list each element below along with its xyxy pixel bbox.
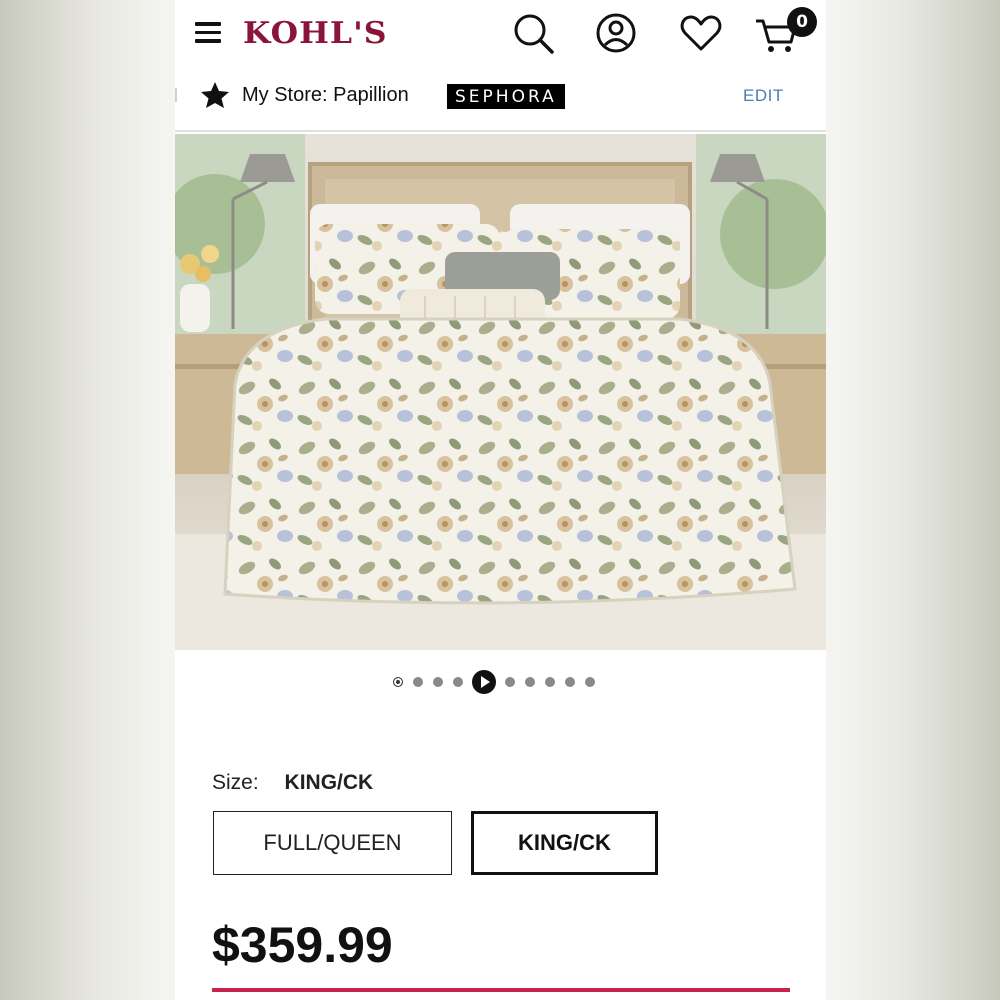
selected-size-value: KING/CK [284, 771, 374, 794]
heart-icon[interactable] [678, 10, 724, 56]
price-divider [212, 988, 790, 992]
carousel-dot[interactable] [545, 677, 555, 687]
menu-icon[interactable] [195, 22, 221, 44]
size-option-king-ck[interactable]: KING/CK [471, 811, 658, 875]
carousel-dot[interactable] [525, 677, 535, 687]
carousel-dot[interactable] [393, 677, 403, 687]
divider [175, 88, 177, 102]
cart-count-badge: 0 [787, 7, 817, 37]
mobile-page: KOHL'S 0 My Store: Papillion SEPHORA EDI… [175, 0, 826, 1000]
top-nav: KOHL'S 0 [175, 0, 826, 70]
carousel-dot[interactable] [505, 677, 515, 687]
carousel-dot[interactable] [565, 677, 575, 687]
carousel-dot[interactable] [453, 677, 463, 687]
carousel-dot[interactable] [433, 677, 443, 687]
size-summary: Size: KING/CK [212, 771, 373, 795]
video-play-icon[interactable] [472, 670, 496, 694]
product-image[interactable] [175, 134, 826, 650]
store-bar: My Store: Papillion SEPHORA EDIT [175, 70, 826, 132]
my-store-label[interactable]: My Store: Papillion [242, 84, 409, 107]
sephora-badge[interactable]: SEPHORA [447, 84, 565, 109]
search-icon[interactable] [510, 10, 556, 56]
carousel-dot[interactable] [413, 677, 423, 687]
carousel-dot[interactable] [585, 677, 595, 687]
carousel-dots [175, 670, 826, 694]
size-option-full-queen[interactable]: FULL/QUEEN [213, 811, 452, 875]
brand-logo[interactable]: KOHL'S [243, 16, 388, 51]
product-price: $359.99 [212, 917, 393, 973]
star-icon [200, 80, 230, 110]
size-label: Size: [212, 771, 259, 794]
edit-store-link[interactable]: EDIT [743, 86, 784, 106]
account-icon[interactable] [593, 10, 639, 56]
